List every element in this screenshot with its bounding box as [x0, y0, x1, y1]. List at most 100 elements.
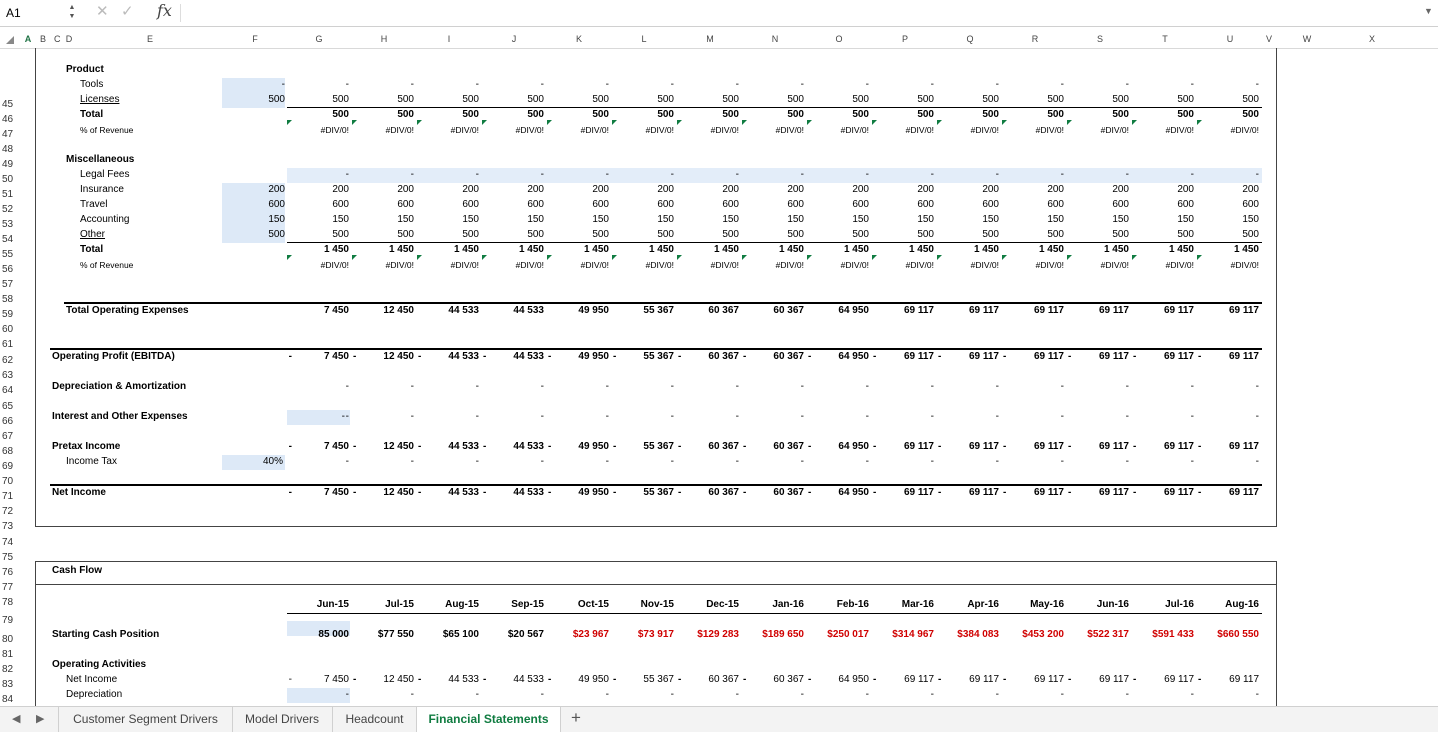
product-pct-cell[interactable]: #DIV/0!: [1069, 123, 1129, 137]
total-opex-cell[interactable]: 7 450: [289, 304, 349, 318]
pretax-cell[interactable]: 7 450: [289, 440, 349, 454]
cf-depreciation-cell[interactable]: -: [939, 688, 999, 702]
cf-depreciation-cell[interactable]: -: [354, 688, 414, 702]
total-opex-cell[interactable]: 69 117: [1199, 304, 1259, 318]
cf-net-income-cell[interactable]: 55 367: [614, 673, 674, 687]
tax-cell[interactable]: -: [354, 455, 414, 469]
legal-cell[interactable]: -: [939, 168, 999, 182]
month-header-cell[interactable]: Dec-15: [679, 598, 739, 612]
licenses-cell[interactable]: 500: [484, 93, 544, 107]
da-cell[interactable]: -: [549, 380, 609, 394]
misc-pct-cell[interactable]: #DIV/0!: [549, 258, 609, 272]
tools-cell[interactable]: -: [289, 78, 349, 92]
column-header-c[interactable]: C: [54, 30, 61, 48]
product-total-cell[interactable]: 500: [614, 108, 674, 122]
cf-net-income-cell[interactable]: 69 117: [1199, 673, 1259, 687]
column-header-i[interactable]: I: [439, 30, 459, 48]
row-header-66[interactable]: 66: [2, 414, 20, 429]
other-cell[interactable]: 500: [484, 228, 544, 242]
function-icon[interactable]: fx: [157, 1, 172, 20]
product-total-cell[interactable]: 500: [679, 108, 739, 122]
net-income-cell[interactable]: 60 367: [744, 486, 804, 500]
cf-net-income-cell[interactable]: 69 117: [939, 673, 999, 687]
month-header-cell[interactable]: Jun-15: [289, 598, 349, 612]
da-cell[interactable]: -: [809, 380, 869, 394]
row-header-82[interactable]: 82: [2, 662, 20, 677]
interest-cell[interactable]: -: [549, 410, 609, 424]
total-opex-cell[interactable]: 55 367: [614, 304, 674, 318]
cf-depreciation-cell[interactable]: -: [484, 688, 544, 702]
product-total-cell[interactable]: 500: [419, 108, 479, 122]
tab-customer-segment-drivers[interactable]: Customer Segment Drivers: [58, 707, 233, 732]
product-pct-cell[interactable]: #DIV/0!: [1199, 123, 1259, 137]
ebitda-cell[interactable]: 12 450: [354, 350, 414, 364]
cf-depreciation-cell[interactable]: -: [874, 688, 934, 702]
da-cell[interactable]: -: [419, 380, 479, 394]
ebitda-cell[interactable]: 55 367: [614, 350, 674, 364]
ebitda-cell[interactable]: 69 117: [1069, 350, 1129, 364]
misc-pct-cell[interactable]: #DIV/0!: [744, 258, 804, 272]
pretax-cell[interactable]: 64 950: [809, 440, 869, 454]
misc-pct-cell[interactable]: #DIV/0!: [354, 258, 414, 272]
column-header-o[interactable]: O: [829, 30, 849, 48]
cf-net-income-cell[interactable]: 69 117: [1134, 673, 1194, 687]
tools-input[interactable]: -: [222, 78, 285, 92]
licenses-cell[interactable]: 500: [809, 93, 869, 107]
net-income-cell[interactable]: 44 533: [419, 486, 479, 500]
da-cell[interactable]: -: [744, 380, 804, 394]
row-header-76[interactable]: 76: [2, 565, 20, 580]
interest-cell[interactable]: -: [744, 410, 804, 424]
other-cell[interactable]: 500: [289, 228, 349, 242]
pretax-cell[interactable]: 69 117: [939, 440, 999, 454]
month-header-cell[interactable]: Jun-16: [1069, 598, 1129, 612]
month-header-cell[interactable]: Mar-16: [874, 598, 934, 612]
net-income-cell[interactable]: 69 117: [1069, 486, 1129, 500]
select-all-icon[interactable]: [6, 36, 14, 44]
month-header-cell[interactable]: Oct-15: [549, 598, 609, 612]
travel-cell[interactable]: 600: [809, 198, 869, 212]
row-header-59[interactable]: 59: [2, 307, 20, 322]
accounting-cell[interactable]: 150: [354, 213, 414, 227]
expand-formula-icon[interactable]: ▼: [1424, 6, 1433, 16]
pretax-cell[interactable]: 69 117: [1134, 440, 1194, 454]
legal-cell[interactable]: -: [484, 168, 544, 182]
row-header-52[interactable]: 52: [2, 202, 20, 217]
misc-total-cell[interactable]: 1 450: [419, 243, 479, 257]
ebitda-cell[interactable]: 69 117: [1004, 350, 1064, 364]
row-header-64[interactable]: 64: [2, 383, 20, 398]
travel-cell[interactable]: 600: [549, 198, 609, 212]
misc-total-cell[interactable]: 1 450: [1069, 243, 1129, 257]
misc-total-cell[interactable]: 1 450: [614, 243, 674, 257]
row-header-83[interactable]: 83: [2, 677, 20, 692]
tax-cell[interactable]: -: [1004, 455, 1064, 469]
misc-total-cell[interactable]: 1 450: [809, 243, 869, 257]
product-pct-cell[interactable]: #DIV/0!: [1004, 123, 1064, 137]
ebitda-cell[interactable]: 69 117: [1134, 350, 1194, 364]
pretax-cell[interactable]: 49 950: [549, 440, 609, 454]
licenses-cell[interactable]: 500: [1069, 93, 1129, 107]
row-header-53[interactable]: 53: [2, 217, 20, 232]
misc-pct-cell[interactable]: #DIV/0!: [1069, 258, 1129, 272]
misc-pct-cell[interactable]: #DIV/0!: [1134, 258, 1194, 272]
misc-total-cell[interactable]: 1 450: [484, 243, 544, 257]
misc-total-cell[interactable]: 1 450: [939, 243, 999, 257]
column-header-h[interactable]: H: [374, 30, 394, 48]
cf-net-income-cell[interactable]: 69 117: [1069, 673, 1129, 687]
column-header-e[interactable]: E: [140, 30, 160, 48]
travel-cell[interactable]: 600: [1199, 198, 1259, 212]
month-header-cell[interactable]: Nov-15: [614, 598, 674, 612]
accounting-cell[interactable]: 150: [809, 213, 869, 227]
insurance-input[interactable]: 200: [222, 183, 285, 197]
other-cell[interactable]: 500: [744, 228, 804, 242]
month-header-cell[interactable]: Apr-16: [939, 598, 999, 612]
misc-total-cell[interactable]: 1 450: [1134, 243, 1194, 257]
product-total-cell[interactable]: 500: [939, 108, 999, 122]
insurance-cell[interactable]: 200: [874, 183, 934, 197]
interest-cell[interactable]: -: [614, 410, 674, 424]
row-header-54[interactable]: 54: [2, 232, 20, 247]
travel-cell[interactable]: 600: [419, 198, 479, 212]
interest-cell[interactable]: -: [1199, 410, 1259, 424]
pretax-cell[interactable]: 69 117: [1069, 440, 1129, 454]
product-pct-cell[interactable]: #DIV/0!: [809, 123, 869, 137]
licenses-cell[interactable]: 500: [549, 93, 609, 107]
